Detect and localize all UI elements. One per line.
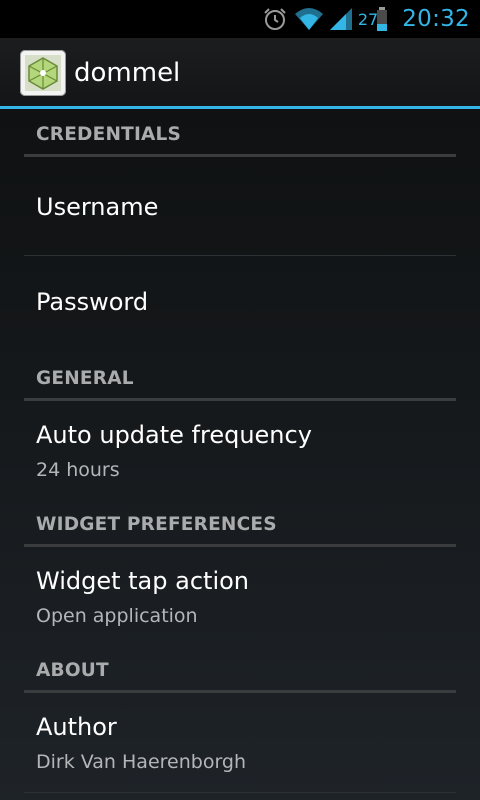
pref-summary: Dirk Van Haerenborgh: [36, 751, 247, 773]
section-header-label: ABOUT: [36, 660, 109, 681]
section-header-label: WIDGET PREFERENCES: [36, 514, 277, 535]
pref-summary: Open application: [36, 605, 198, 627]
battery-indicator: 27: [358, 6, 388, 32]
battery-level: 27: [357, 9, 379, 29]
pref-username[interactable]: Username: [24, 157, 456, 255]
alarm-icon: [262, 6, 288, 32]
section-header-widget-preferences: WIDGET PREFERENCES: [24, 499, 456, 547]
pref-title: Widget tap action: [36, 567, 249, 595]
pref-title: Username: [36, 193, 159, 221]
pref-title: Author: [36, 713, 117, 741]
pref-auto-update-frequency[interactable]: Auto update frequency 24 hours: [24, 401, 456, 501]
app-title: dommel: [74, 58, 181, 88]
wifi-icon: [294, 6, 324, 32]
pref-title: Password: [36, 288, 149, 316]
section-header-general: GENERAL: [24, 353, 456, 401]
status-bar: 27 20:32: [0, 0, 480, 38]
app-icon[interactable]: [20, 50, 66, 96]
pref-author[interactable]: Author Dirk Van Haerenborgh: [24, 693, 456, 793]
row-divider: [24, 792, 456, 793]
section-header-about: ABOUT: [24, 645, 456, 693]
pref-title: Auto update frequency: [36, 421, 312, 449]
signal-icon: [329, 6, 352, 32]
section-header-label: CREDENTIALS: [36, 124, 182, 145]
section-header-label: GENERAL: [36, 368, 134, 389]
preferences-list: CREDENTIALS Username Password GENERAL Au…: [0, 109, 480, 800]
action-bar: dommel: [0, 38, 480, 109]
battery-icon: [376, 6, 388, 32]
status-clock: 20:32: [402, 6, 470, 32]
status-icons: 27 20:32: [262, 0, 470, 38]
pref-summary: 24 hours: [36, 459, 120, 481]
pref-widget-tap-action[interactable]: Widget tap action Open application: [24, 547, 456, 647]
pref-password[interactable]: Password: [24, 256, 456, 353]
section-header-credentials: CREDENTIALS: [24, 109, 456, 157]
